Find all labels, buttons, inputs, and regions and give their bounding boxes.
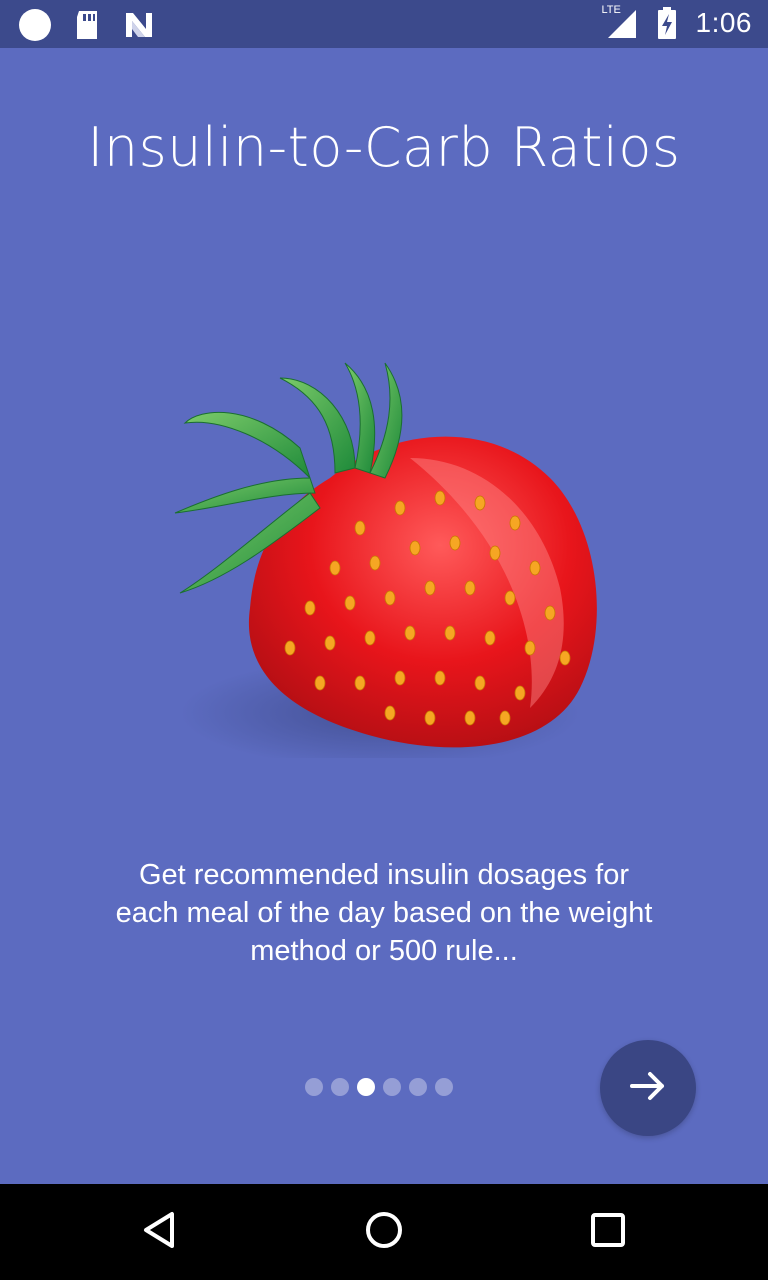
recents-icon — [588, 1210, 628, 1255]
page-indicator — [305, 1078, 453, 1096]
clock: 1:06 — [695, 7, 752, 38]
back-icon — [140, 1210, 180, 1255]
next-button[interactable] — [600, 1040, 696, 1136]
navigation-bar — [0, 1184, 768, 1280]
page-dot — [331, 1078, 349, 1096]
onboarding-page: Insulin-to-Carb Ratios Get recommended i… — [0, 48, 768, 1184]
page-dot — [409, 1078, 427, 1096]
circle-notification-icon — [18, 8, 52, 42]
signal-icon: LTE — [601, 4, 638, 40]
status-right-icons: LTE 1:06 — [601, 4, 753, 40]
recents-button[interactable] — [584, 1208, 632, 1256]
status-left-icons — [18, 8, 156, 42]
strawberry-illustration — [160, 308, 620, 768]
home-button[interactable] — [360, 1208, 408, 1256]
home-icon — [364, 1210, 404, 1255]
page-title: Insulin-to-Carb Ratios — [87, 116, 681, 179]
page-dot-active — [357, 1078, 375, 1096]
battery-charging-icon — [650, 6, 684, 40]
sd-card-icon — [70, 8, 104, 42]
network-label: LTE — [601, 4, 621, 16]
n-logo-icon — [122, 8, 156, 42]
status-bar: LTE 1:06 — [0, 0, 768, 48]
back-button[interactable] — [136, 1208, 184, 1256]
page-dot — [435, 1078, 453, 1096]
page-dot — [383, 1078, 401, 1096]
page-dot — [305, 1078, 323, 1096]
onboarding-description: Get recommended insulin dosages for each… — [115, 859, 653, 967]
arrow-right-icon — [626, 1064, 670, 1113]
